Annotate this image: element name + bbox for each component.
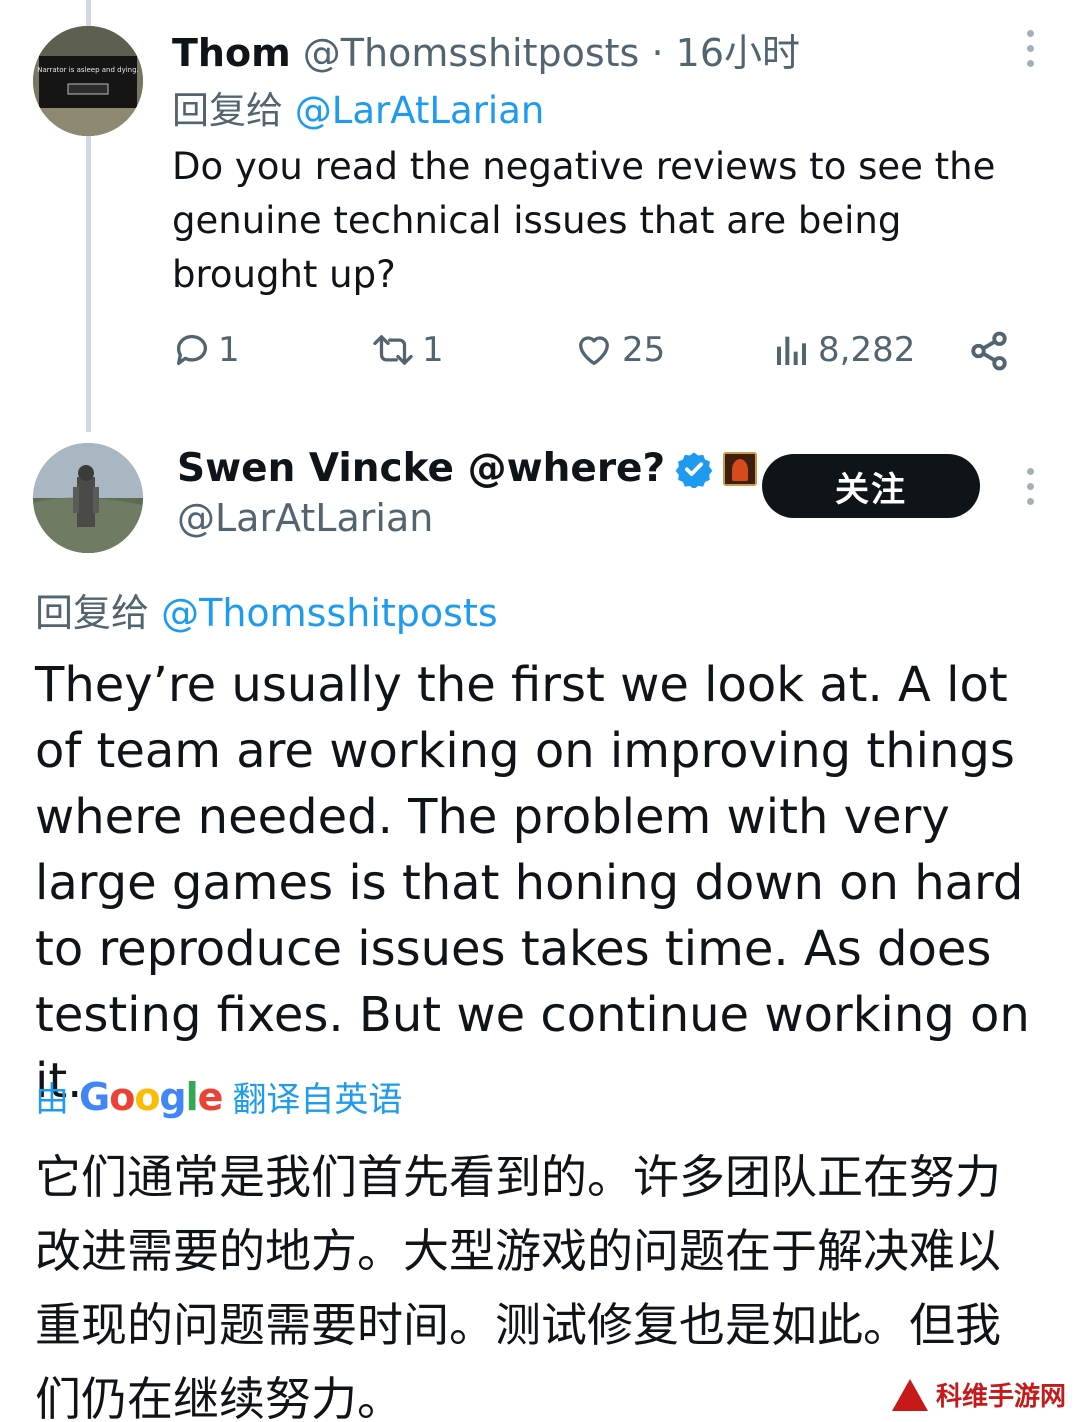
avatar[interactable]: Narrator is asleep and dying. [33,26,143,136]
retweet-icon [373,335,413,365]
watermark: 科维手游网 [891,1376,1066,1413]
watermark-logo-icon [891,1378,928,1411]
views-count: 8,282 [818,330,916,370]
verified-icon[interactable] [675,450,713,488]
reply-count: 1 [218,330,240,370]
reply-context: 回复给 @LarAtLarian [172,80,544,134]
translation-attribution[interactable]: 由 Google 翻译自英语 [35,1072,402,1121]
tweet-thread: Narrator is asleep and dying. Thom @Thom… [0,0,1080,1422]
google-logo: Google [79,1074,223,1119]
display-name-row: Swen Vincke @where? [177,446,758,491]
handle[interactable]: @Thomsshitposts [303,31,640,75]
display-name[interactable]: Swen Vincke @where? [177,446,665,491]
translate-prefix: 由 [35,1080,69,1120]
follow-button[interactable]: 关注 [762,454,980,518]
reply-mention-link[interactable]: @LarAtLarian [295,89,545,132]
views-button[interactable]: 8,282 [772,330,915,370]
watermark-text: 科维手游网 [935,1382,1066,1412]
like-count: 25 [622,330,666,370]
like-icon [579,336,609,365]
reply-prefix: 回复给 [35,591,150,635]
affiliate-badge-icon[interactable] [723,451,758,486]
more-icon[interactable] [1027,468,1034,505]
reply-prefix: 回复给 [172,89,283,132]
tweet1-header: Thom @Thomsshitposts · 16小时 [172,22,800,77]
tweet-actions: 1 1 25 8,282 [172,330,1022,380]
display-name[interactable]: Thom [172,31,291,75]
reply-context: 回复给 @Thomsshitposts [35,582,498,637]
retweet-button[interactable]: 1 [370,330,444,370]
translate-suffix: 翻译自英语 [232,1080,403,1120]
share-icon [971,331,1007,371]
timestamp[interactable]: 16小时 [676,31,800,75]
separator: · [651,31,664,75]
share-button[interactable] [968,330,1010,372]
tweet-text: Do you read the negative reviews to see … [172,145,996,296]
avatar-caption: Narrator is asleep and dying. [37,66,139,74]
retweet-count: 1 [422,330,444,370]
reply-mention-link[interactable]: @Thomsshitposts [161,591,498,635]
reply-button[interactable]: 1 [172,330,240,370]
more-icon[interactable] [1027,30,1034,67]
views-icon [777,336,806,365]
avatar[interactable] [33,443,143,553]
tweet-text: They’re usually the first we look at. A … [35,657,1030,1109]
handle[interactable]: @LarAtLarian [177,496,433,540]
reply-icon [176,334,207,365]
like-button[interactable]: 25 [572,330,665,370]
